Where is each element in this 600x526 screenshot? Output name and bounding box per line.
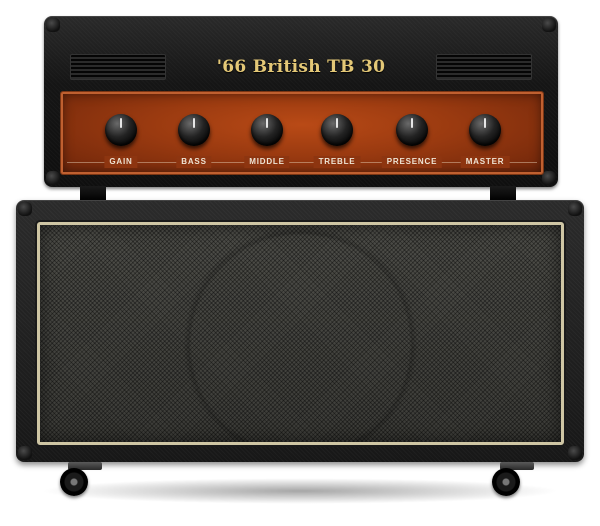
- wheel-icon: [492, 468, 520, 496]
- corner-protector: [46, 171, 60, 185]
- speaker-grille-cloth: [37, 222, 564, 445]
- gain-knob[interactable]: [100, 109, 142, 151]
- presence-label: PRESENCE: [381, 156, 443, 168]
- corner-protector: [18, 202, 32, 216]
- treble-knob[interactable]: [316, 109, 358, 151]
- amp-model-title: '66 British TB 30: [216, 57, 386, 77]
- amp-head: '66 British TB 30 GAIN BASS MIDDLE TREBL…: [44, 16, 558, 187]
- bass-label: BASS: [176, 156, 212, 168]
- corner-protector: [568, 202, 582, 216]
- corner-protector: [542, 171, 556, 185]
- presence-knob[interactable]: [391, 109, 433, 151]
- master-label: MASTER: [460, 156, 510, 168]
- treble-label: TREBLE: [313, 156, 361, 168]
- control-panel: GAIN BASS MIDDLE TREBLE PRESENCE MASTER: [60, 91, 544, 175]
- middle-label: MIDDLE: [244, 156, 290, 168]
- corner-protector: [18, 446, 32, 460]
- middle-knob[interactable]: [246, 109, 288, 151]
- left-caster-wheel: [60, 462, 104, 498]
- corner-protector: [568, 446, 582, 460]
- floor-shadow: [40, 478, 560, 504]
- master-knob[interactable]: [464, 109, 506, 151]
- speaker-cabinet: [16, 200, 584, 462]
- bass-knob[interactable]: [173, 109, 215, 151]
- corner-protector: [542, 18, 556, 32]
- wheel-icon: [60, 468, 88, 496]
- gain-label: GAIN: [104, 156, 138, 168]
- corner-protector: [46, 18, 60, 32]
- right-caster-wheel: [492, 462, 536, 498]
